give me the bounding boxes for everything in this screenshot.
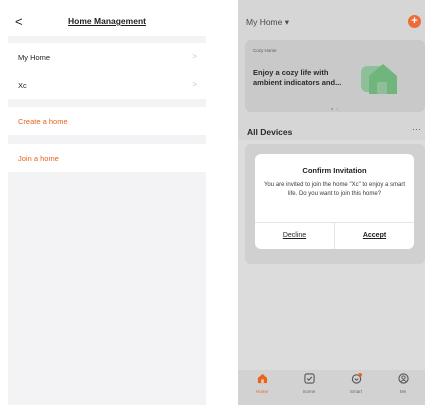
page-title: Home Management (68, 16, 146, 26)
tab-scene[interactable]: Scene (286, 373, 332, 403)
accept-button[interactable]: Accept (335, 222, 414, 249)
create-home-label: Create a home (18, 117, 68, 126)
home-top-area: My Home ▾ + Cozy Home Enjoy a cozy life … (238, 0, 425, 140)
more-icon[interactable]: ··· (412, 124, 421, 134)
promo-banner[interactable]: Cozy Home Enjoy a cozy life with ambient… (245, 40, 425, 112)
tab-label: Home (255, 389, 268, 394)
home-name: Xc (18, 81, 27, 90)
scene-icon (303, 373, 315, 384)
decline-button[interactable]: Decline (255, 222, 334, 249)
house-icon (361, 64, 397, 94)
home-name: My Home (18, 53, 51, 62)
join-home-button[interactable]: Join a home (8, 144, 206, 172)
home-icon (257, 373, 267, 384)
smart-icon (351, 373, 362, 384)
home-screen: My Home ▾ + Cozy Home Enjoy a cozy life … (238, 0, 425, 405)
carousel-dots: ● • (331, 106, 339, 111)
home-list-item-my-home[interactable]: My Home > (8, 43, 206, 71)
tab-me[interactable]: Me (380, 373, 425, 403)
tab-label: Smart (349, 389, 362, 394)
section-title: All Devices (247, 127, 293, 137)
chevron-right-icon: > (192, 52, 197, 61)
bottom-tab-bar: Home Scene Smart Me (238, 370, 425, 405)
banner-tag: Cozy Home (253, 48, 277, 53)
tab-smart[interactable]: Smart (333, 373, 379, 403)
home-list-item-xc[interactable]: Xc > (8, 71, 206, 99)
dialog-message: You are invited to join the home "Xc" to… (263, 182, 406, 197)
tab-label: Me (399, 389, 407, 394)
header-bar: < Home Management (8, 0, 206, 36)
home-selector[interactable]: My Home ▾ (246, 17, 289, 28)
create-home-button[interactable]: Create a home (8, 107, 206, 135)
join-home-label: Join a home (18, 154, 59, 163)
tab-label: Scene (302, 389, 316, 394)
me-icon (397, 373, 409, 384)
add-icon[interactable]: + (408, 15, 421, 28)
dialog-title: Confirm Invitation (302, 166, 367, 175)
tab-home[interactable]: Home (239, 373, 285, 403)
chevron-right-icon: > (192, 80, 197, 89)
banner-text: Enjoy a cozy life with ambient indicator… (253, 68, 342, 87)
confirm-invitation-dialog: Confirm Invitation You are invited to jo… (255, 154, 414, 249)
home-management-screen: < Home Management My Home > Xc > Create … (8, 0, 206, 405)
